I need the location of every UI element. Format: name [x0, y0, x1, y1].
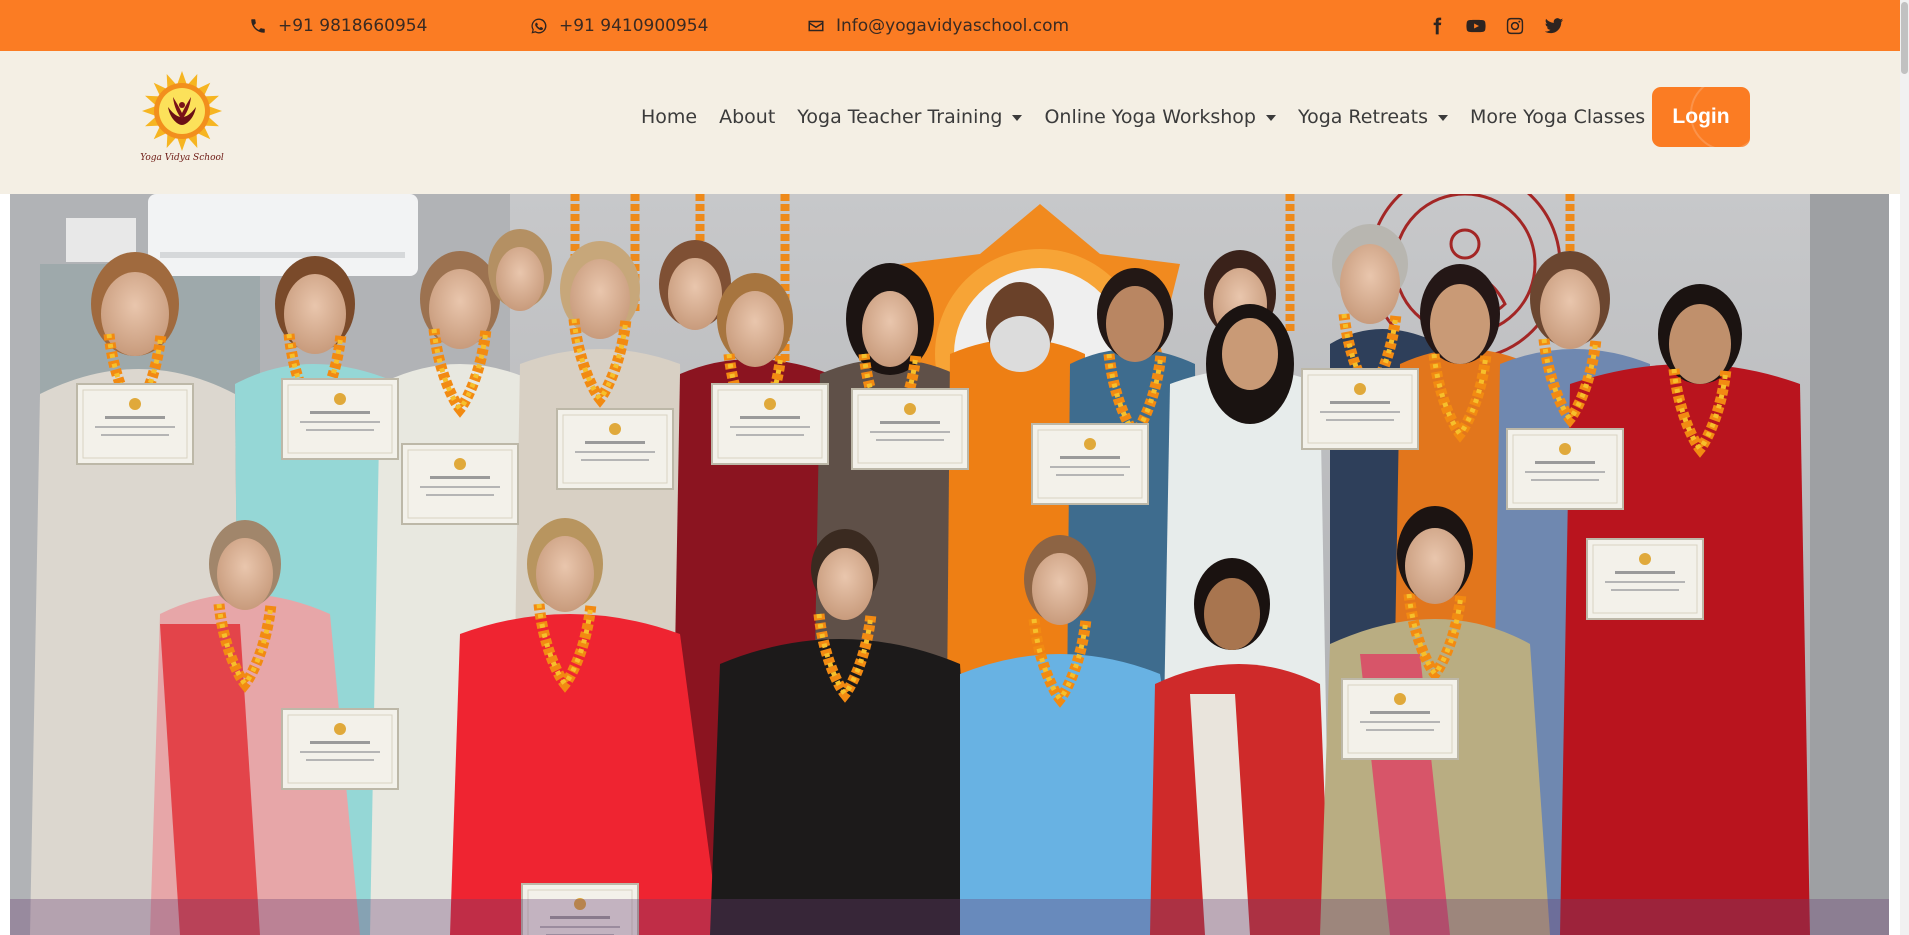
instagram-icon[interactable] — [1504, 16, 1526, 36]
whatsapp-contact[interactable]: +91 9410900954 — [530, 0, 708, 51]
nav-about[interactable]: About — [719, 106, 775, 128]
nav-about-label: About — [719, 105, 776, 128]
facebook-icon[interactable] — [1426, 16, 1448, 36]
nav-more-label: More Yoga Classes — [1470, 105, 1646, 128]
group-photo-illustration — [10, 194, 1889, 935]
top-contact-bar: +91 9818660954 +91 9410900954 Info@yogav… — [0, 0, 1900, 51]
whatsapp-icon — [531, 18, 547, 33]
phone-icon — [251, 18, 265, 33]
nav-yoga-teacher-training[interactable]: Yoga Teacher Training — [797, 105, 1023, 128]
page-scrollbar[interactable] — [1900, 0, 1909, 935]
nav-home[interactable]: Home — [641, 106, 697, 128]
site-logo[interactable]: Yoga Vidya School — [138, 69, 226, 169]
twitter-icon[interactable] — [1543, 16, 1565, 36]
caret-down-icon — [1265, 114, 1276, 121]
caret-down-icon — [1012, 114, 1023, 121]
login-button[interactable]: Login — [1652, 87, 1750, 147]
nav-ytt-label: Yoga Teacher Training — [797, 105, 1003, 128]
scrollbar-thumb[interactable] — [1901, 2, 1908, 74]
email-address: Info@yogavidyaschool.com — [836, 15, 1070, 36]
nav-more-yoga-classes[interactable]: More Yoga Classes — [1470, 105, 1666, 128]
main-nav: Home About Yoga Teacher Training Online … — [641, 51, 1687, 182]
phone-number: +91 9818660954 — [278, 15, 428, 36]
nav-workshop-label: Online Yoga Workshop — [1044, 105, 1256, 128]
email-contact[interactable]: Info@yogavidyaschool.com — [807, 0, 1069, 51]
nav-retreats-label: Yoga Retreats — [1297, 105, 1428, 128]
nav-home-label: Home — [641, 105, 698, 128]
caret-down-icon — [1438, 114, 1448, 121]
nav-online-yoga-workshop[interactable]: Online Yoga Workshop — [1044, 106, 1276, 128]
social-links — [1426, 0, 1565, 51]
phone-contact[interactable]: +91 9818660954 — [249, 0, 427, 51]
hero-group-photo — [10, 194, 1889, 935]
whatsapp-number: +91 9410900954 — [559, 15, 709, 36]
lotus-sun-icon — [142, 71, 222, 151]
nav-yoga-retreats[interactable]: Yoga Retreats — [1298, 106, 1448, 128]
site-header: Yoga Vidya School Home About Yoga Teache… — [0, 51, 1900, 194]
login-label: Login — [1672, 105, 1730, 128]
youtube-icon[interactable] — [1465, 16, 1487, 36]
logo-text: Yoga Vidya School — [140, 153, 224, 163]
envelope-icon — [808, 20, 824, 31]
